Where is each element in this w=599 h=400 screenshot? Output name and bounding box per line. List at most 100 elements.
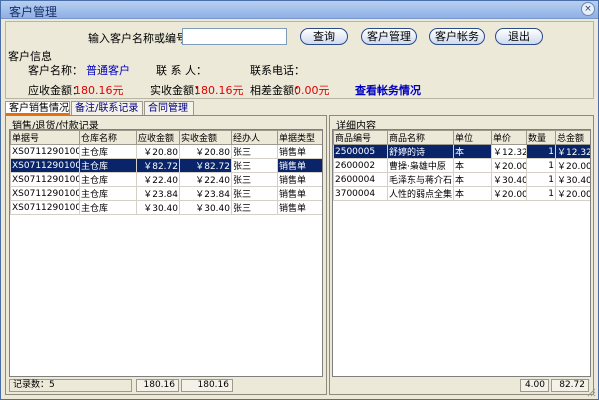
table-cell: 本 — [453, 144, 492, 159]
table-cell: ￥30.40 — [491, 172, 527, 187]
table-cell: 3700004 — [333, 186, 388, 201]
table-cell: 主仓库 — [79, 144, 137, 159]
close-icon[interactable]: × — [581, 2, 595, 16]
customer-info-panel: 输入客户名称或编号： 查询 客户管理 客户帐务 退出 客户信息 客户名称： 普通… — [5, 21, 594, 99]
column-header[interactable]: 总金额 — [555, 130, 590, 145]
table-row[interactable]: XS071129010005 主仓库 ￥30.40 ￥30.40 张三 销售单 — [10, 200, 322, 215]
column-header[interactable]: 单价 — [491, 130, 527, 145]
column-header[interactable]: 仓库名称 — [79, 130, 137, 145]
table-cell: XS071129010002 — [10, 158, 80, 173]
table-cell: 1 — [526, 158, 556, 173]
table-cell: 张三 — [231, 186, 278, 201]
record-count: 记录数：5 — [9, 379, 132, 392]
table-cell: ￥30.40 — [555, 172, 590, 187]
table-cell: 主仓库 — [79, 158, 137, 173]
table-row[interactable]: XS071129010003 主仓库 ￥22.40 ￥22.40 张三 销售单 — [10, 172, 322, 187]
table-cell: ￥22.40 — [136, 172, 180, 187]
table-cell: 2600004 — [333, 172, 388, 187]
table-cell: 人性的弱点全集 — [387, 186, 454, 201]
table-cell: 销售单 — [277, 200, 322, 215]
detail-group: 详细内容 商品编号 商品名称 单位 单价 数量 总金额 2500005 舒婷的诗… — [329, 115, 594, 395]
table-cell: ￥20.80 — [136, 144, 180, 159]
table-cell: 主仓库 — [79, 172, 137, 187]
customer-management-button[interactable]: 客户管理 — [361, 28, 417, 45]
table-cell: ￥20.00 — [491, 158, 527, 173]
table-cell: 张三 — [231, 200, 278, 215]
table-cell: XS071129010003 — [10, 172, 80, 187]
table-cell: 本 — [453, 172, 492, 187]
table-cell: ￥20.00 — [555, 158, 590, 173]
table-cell: 本 — [453, 186, 492, 201]
column-header[interactable]: 单据号 — [10, 130, 80, 145]
column-header[interactable]: 数量 — [526, 130, 556, 145]
table-cell: 主仓库 — [79, 200, 137, 215]
exit-button[interactable]: 退出 — [495, 28, 543, 45]
table-cell: XS071129010004 — [10, 186, 80, 201]
table-cell: 1 — [526, 172, 556, 187]
table-cell: ￥20.80 — [179, 144, 232, 159]
table-cell: 2600002 — [333, 158, 388, 173]
table-cell: 销售单 — [277, 158, 322, 173]
receivable-value: 180.16元 — [74, 84, 124, 97]
table-row[interactable]: XS071129010001 主仓库 ￥20.80 ￥20.80 张三 销售单 — [10, 144, 322, 159]
table-cell: ￥82.72 — [179, 158, 232, 173]
table-header-row: 商品编号 商品名称 单位 单价 数量 总金额 — [333, 130, 590, 145]
detail-table[interactable]: 商品编号 商品名称 单位 单价 数量 总金额 2500005 舒婷的诗 本 ￥1… — [332, 129, 591, 377]
footer-receivable-total: 180.16 — [136, 379, 179, 392]
table-cell: ￥20.00 — [491, 186, 527, 201]
table-row[interactable]: XS071129010004 主仓库 ￥23.84 ￥23.84 张三 销售单 — [10, 186, 322, 201]
view-account-link[interactable]: 查看帐务情况 — [355, 82, 421, 98]
table-cell: ￥30.40 — [136, 200, 180, 215]
customer-account-button[interactable]: 客户帐务 — [429, 28, 485, 45]
column-header[interactable]: 应收金额 — [136, 130, 180, 145]
column-header[interactable]: 商品编号 — [333, 130, 388, 145]
table-row[interactable]: 3700004 人性的弱点全集 本 ￥20.00 1 ￥20.00 — [333, 186, 590, 201]
table-cell: 主仓库 — [79, 186, 137, 201]
table-cell: ￥82.72 — [136, 158, 180, 173]
table-cell: XS071129010005 — [10, 200, 80, 215]
footer-amount-total: 82.72 — [551, 379, 589, 392]
table-row[interactable]: 2600002 曹操·枭雄中原 本 ￥20.00 1 ￥20.00 — [333, 158, 590, 173]
resize-grip-icon[interactable] — [586, 387, 596, 397]
table-cell: 2500005 — [333, 144, 388, 159]
table-row-selected[interactable]: XS071129010002 主仓库 ￥82.72 ￥82.72 张三 销售单 — [10, 158, 322, 173]
query-button[interactable]: 查询 — [300, 28, 348, 45]
window-title: 客户管理 — [9, 5, 58, 19]
table-cell: ￥23.84 — [179, 186, 232, 201]
title-bar: 客户管理 × — [1, 1, 598, 19]
difference-value: 0.00元 — [294, 84, 330, 97]
table-cell: ￥12.32 — [491, 144, 527, 159]
footer-received-total: 180.16 — [181, 379, 233, 392]
customer-management-window: 客户管理 × 输入客户名称或编号： 查询 客户管理 客户帐务 退出 客户信息 客… — [0, 0, 599, 400]
table-cell: 销售单 — [277, 144, 322, 159]
tab-contracts[interactable]: 合同管理 — [144, 101, 194, 115]
table-cell: 销售单 — [277, 172, 322, 187]
column-header[interactable]: 商品名称 — [387, 130, 454, 145]
table-row-selected[interactable]: 2500005 舒婷的诗 本 ￥12.32 1 ￥12.32 — [333, 144, 590, 159]
contact-label: 联 系 人： — [156, 64, 207, 77]
table-header-row: 单据号 仓库名称 应收金额 实收金额 经办人 单据类型 — [10, 130, 322, 145]
table-cell: 1 — [526, 144, 556, 159]
table-cell: 舒婷的诗 — [387, 144, 454, 159]
column-header[interactable]: 经办人 — [231, 130, 278, 145]
table-cell: 1 — [526, 186, 556, 201]
sales-records-table[interactable]: 单据号 仓库名称 应收金额 实收金额 经办人 单据类型 XS0711290100… — [9, 129, 323, 377]
table-cell: 张三 — [231, 144, 278, 159]
search-input[interactable] — [182, 28, 287, 45]
received-value: 180.16元 — [194, 84, 244, 97]
column-header[interactable]: 单据类型 — [277, 130, 322, 145]
table-cell: ￥22.40 — [179, 172, 232, 187]
phone-label: 联系电话： — [250, 64, 305, 77]
table-cell: 本 — [453, 158, 492, 173]
table-cell: ￥12.32 — [555, 144, 590, 159]
column-header[interactable]: 实收金额 — [179, 130, 232, 145]
footer-quantity-total: 4.00 — [520, 379, 549, 392]
customer-name-label: 客户名称： — [28, 64, 83, 77]
table-row[interactable]: 2600004 毛泽东与蒋介石 本 ￥30.40 1 ￥30.40 — [333, 172, 590, 187]
column-header[interactable]: 单位 — [453, 130, 492, 145]
tab-notes-contacts[interactable]: 备注/联系记录 — [71, 101, 143, 115]
tab-customer-sales[interactable]: 客户销售情况 — [5, 101, 70, 115]
table-cell: ￥23.84 — [136, 186, 180, 201]
table-cell: 张三 — [231, 172, 278, 187]
table-cell: XS071129010001 — [10, 144, 80, 159]
